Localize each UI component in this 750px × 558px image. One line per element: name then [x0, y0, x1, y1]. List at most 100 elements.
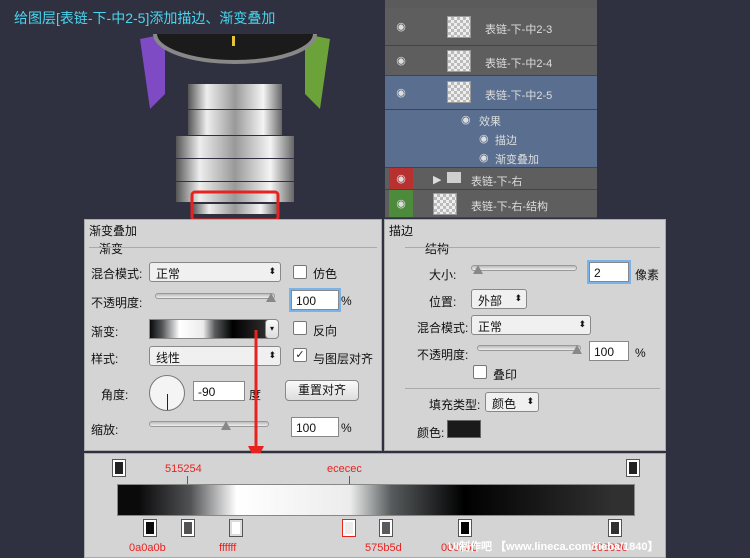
effect-row-stroke[interactable]: ◉ 描边 — [385, 130, 597, 148]
stop-label-bottom: 575b5d — [365, 542, 402, 554]
color-label: 颜色: — [417, 426, 445, 440]
fill-type-select[interactable]: 颜色 ⬍ — [485, 392, 539, 412]
blend-mode-label: 混合模式: — [417, 321, 469, 335]
layer-name: 表链-下-右-结构 — [471, 201, 548, 213]
opacity-slider[interactable] — [477, 345, 581, 351]
color-stop[interactable] — [458, 519, 472, 537]
layer-row-selected[interactable]: ◉ 表链-下-中2-5 — [385, 76, 597, 110]
layer-row[interactable]: ◉ 表链-下-右-结构 — [385, 190, 597, 218]
chevron-updown-icon: ⬍ — [268, 266, 276, 276]
stroke-color-swatch[interactable] — [447, 420, 481, 438]
stop-label-top: ececec — [327, 463, 362, 475]
position-select[interactable]: 外部 ⬍ — [471, 289, 527, 309]
effect-eye-icon[interactable]: ◉ — [479, 151, 489, 164]
align-checkbox-checked[interactable]: ✓ — [293, 348, 307, 362]
reverse-checkbox[interactable] — [293, 321, 307, 335]
opacity-stop-right[interactable] — [626, 459, 640, 477]
gradient-label: 渐变: — [91, 325, 119, 339]
layer-thumbnail — [447, 50, 471, 72]
effect-eye-icon[interactable]: ◉ — [461, 113, 471, 126]
gradient-overlay-panel: 渐变叠加 渐变 混合模式: 正常 ⬍ 仿色 不透明度: 100 % 渐变: ▾ 反… — [84, 219, 382, 451]
effect-row-gradient[interactable]: ◉ 渐变叠加 — [385, 148, 597, 168]
blend-mode-label: 混合模式: — [91, 267, 143, 281]
reset-alignment-button[interactable]: 重置对齐 — [285, 380, 359, 401]
group-name: 表链-下-右 — [471, 176, 523, 188]
color-stop[interactable] — [342, 519, 356, 537]
color-stop[interactable] — [608, 519, 622, 537]
stop-label-bottom: 0a0a0b — [129, 542, 166, 554]
overprint-checkbox[interactable] — [473, 365, 487, 379]
effect-name: 渐变叠加 — [495, 154, 539, 166]
style-value: 线性 — [156, 351, 181, 365]
size-slider-knob[interactable] — [473, 265, 483, 274]
position-value: 外部 — [478, 294, 503, 308]
layer-thumbnail — [447, 16, 471, 38]
percent-label: % — [341, 294, 352, 308]
style-label: 样式: — [91, 352, 119, 366]
reverse-label: 反向 — [313, 324, 338, 338]
color-stop[interactable] — [181, 519, 195, 537]
opacity-label: 不透明度: — [417, 348, 469, 362]
dither-label: 仿色 — [313, 267, 338, 281]
angle-input[interactable]: -90 — [193, 381, 245, 401]
percent-label: % — [635, 346, 646, 360]
position-label: 位置: — [429, 295, 457, 309]
expand-arrow-icon[interactable]: ▶ — [433, 173, 441, 186]
panel-title: 描边 — [389, 224, 414, 238]
color-stop[interactable] — [379, 519, 393, 537]
effects-row[interactable]: ◉ 效果 — [385, 110, 597, 130]
pixels-label: 像素 — [635, 268, 660, 282]
folder-icon — [447, 172, 461, 183]
layer-thumbnail — [433, 193, 457, 215]
layers-panel: ◉ 表链-下-中2-3 ◉ 表链-下-中2-4 ◉ 表链-下-中2-5 ◉ 效果… — [385, 0, 597, 218]
scale-input[interactable]: 100 — [291, 417, 339, 437]
layer-row[interactable]: ◉ 表链-下-中2-3 — [385, 8, 597, 46]
percent-label: % — [341, 421, 352, 435]
size-slider[interactable] — [471, 265, 577, 271]
watermark: UI制作吧 【www.lineca.com/tieba/1840】 — [448, 541, 659, 553]
fill-type-value: 颜色 — [492, 397, 517, 411]
scale-label: 缩放: — [91, 423, 119, 437]
eye-icon[interactable]: ◉ — [389, 76, 413, 109]
stop-label-top: 515254 — [165, 463, 202, 475]
group-row[interactable]: ◉ ▶ 表链-下-右 — [385, 168, 597, 190]
opacity-slider-knob[interactable] — [572, 345, 582, 354]
fill-type-label: 填充类型: — [429, 398, 481, 412]
opacity-stop-left[interactable] — [112, 459, 126, 477]
stop-label-bottom: ffffff — [219, 542, 237, 554]
overprint-label: 叠印 — [493, 368, 518, 382]
opacity-slider[interactable] — [155, 293, 275, 299]
watch-image — [140, 34, 330, 222]
layer-name: 表链-下-中2-3 — [485, 24, 553, 36]
gradient-ramp[interactable] — [117, 484, 635, 516]
chevron-updown-icon: ⬍ — [514, 293, 522, 303]
layer-name: 表链-下-中2-5 — [485, 90, 553, 102]
size-input[interactable]: 2 — [587, 260, 631, 284]
opacity-slider-knob[interactable] — [266, 293, 276, 302]
angle-dial[interactable] — [149, 375, 185, 411]
blend-mode-select[interactable]: 正常 ⬍ — [471, 315, 591, 335]
layer-thumbnail — [447, 81, 471, 103]
arrow-down-icon — [248, 330, 264, 462]
chevron-updown-icon: ⬍ — [578, 319, 586, 329]
dither-checkbox[interactable] — [293, 265, 307, 279]
blend-mode-value: 正常 — [478, 320, 503, 334]
color-stop[interactable] — [229, 519, 243, 537]
blend-mode-select[interactable]: 正常 ⬍ — [149, 262, 281, 282]
eye-icon[interactable]: ◉ — [389, 46, 413, 75]
align-label: 与图层对齐 — [313, 352, 374, 366]
angle-label: 角度: — [101, 388, 129, 402]
opacity-label: 不透明度: — [91, 296, 143, 310]
eye-icon[interactable]: ◉ — [389, 168, 413, 189]
gradient-dropdown-arrow-icon[interactable]: ▾ — [265, 319, 279, 339]
scale-slider-knob[interactable] — [221, 421, 231, 430]
layer-row[interactable]: ◉ 表链-下-中2-4 — [385, 46, 597, 76]
effect-name: 描边 — [495, 135, 517, 147]
eye-icon[interactable]: ◉ — [389, 190, 413, 217]
opacity-input[interactable]: 100 — [289, 288, 341, 312]
color-stop[interactable] — [143, 519, 157, 537]
chevron-updown-icon: ⬍ — [268, 350, 276, 360]
effect-eye-icon[interactable]: ◉ — [479, 132, 489, 145]
eye-icon[interactable]: ◉ — [389, 8, 413, 45]
opacity-input[interactable]: 100 — [589, 341, 629, 361]
